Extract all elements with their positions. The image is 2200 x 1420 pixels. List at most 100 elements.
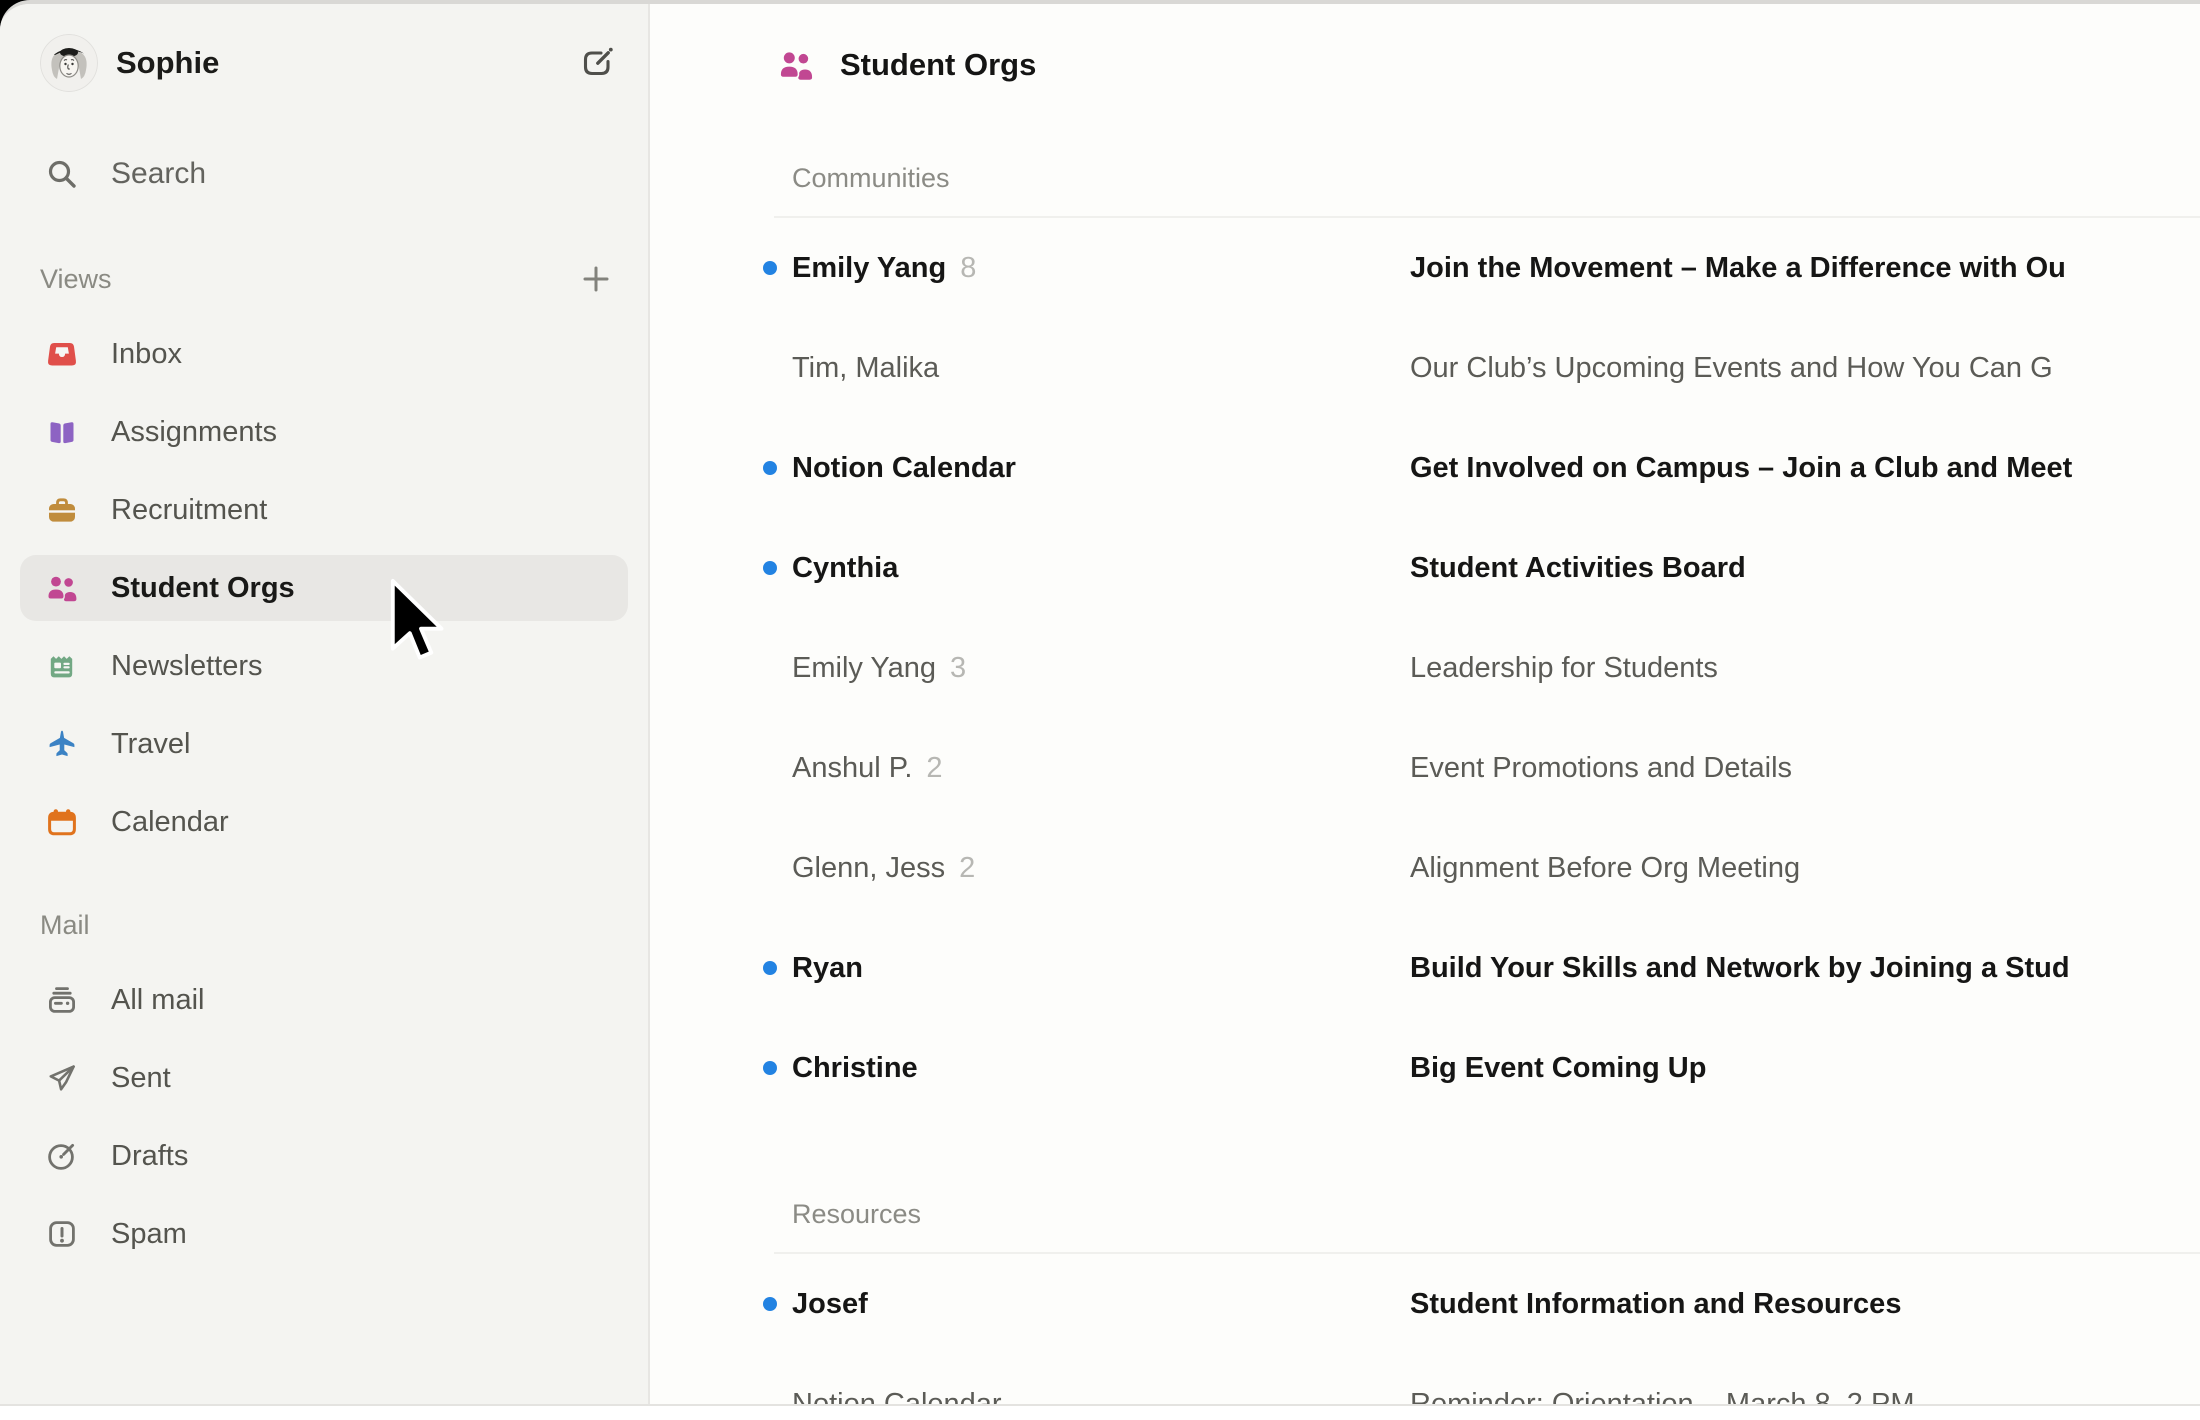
drafts-icon [45, 1139, 79, 1173]
email-list: Communities Emily Yang 8 Join the Moveme… [650, 152, 2200, 1404]
unread-dot-icon [763, 1061, 777, 1075]
sidebar-item-label: Travel [111, 728, 191, 761]
email-subject: Join the Movement – Make a Difference wi… [1410, 218, 2200, 318]
thread-count: 3 [950, 652, 966, 685]
email-sender: Glenn, Jess [792, 852, 945, 885]
sidebar-item-label: Calendar [111, 806, 229, 839]
search-icon [45, 157, 79, 191]
email-row[interactable]: Tim, Malika Our Club’s Upcoming Events a… [650, 318, 2200, 418]
unread-dot-icon [763, 261, 777, 275]
sidebar-item-drafts[interactable]: Drafts [20, 1123, 628, 1189]
send-icon [45, 1061, 79, 1095]
page-title: Student Orgs [840, 47, 1036, 83]
sender-cell: Notion Calendar [792, 1354, 1016, 1404]
unread-dot-icon [763, 461, 777, 475]
email-subject: Student Activities Board [1410, 518, 2200, 618]
email-subject: Build Your Skills and Network by Joining… [1410, 918, 2200, 1018]
spam-icon [45, 1217, 79, 1251]
sidebar-item-sent[interactable]: Sent [20, 1045, 628, 1111]
email-row[interactable]: Christine Big Event Coming Up [650, 1018, 2200, 1118]
sidebar-item-inbox[interactable]: Inbox [20, 321, 628, 387]
sender-cell: Christine [792, 1018, 932, 1118]
email-row[interactable]: Glenn, Jess 2 Alignment Before Org Meeti… [650, 818, 2200, 918]
search-button[interactable]: Search [20, 144, 628, 204]
airplane-icon [45, 727, 79, 761]
sidebar-item-label: Assignments [111, 416, 277, 449]
sender-cell: Notion Calendar [792, 418, 1030, 518]
email-sender: Emily Yang [792, 252, 946, 285]
sender-cell: Anshul P. 2 [792, 718, 943, 818]
email-sender: Cynthia [792, 552, 898, 585]
profile-row[interactable]: Sophie [20, 32, 628, 94]
thread-count: 2 [959, 852, 975, 885]
email-row[interactable]: Ryan Build Your Skills and Network by Jo… [650, 918, 2200, 1018]
sidebar-item-travel[interactable]: Travel [20, 711, 628, 777]
avatar [40, 34, 98, 92]
email-row[interactable]: Notion Calendar Reminder: Orientation – … [650, 1354, 2200, 1404]
email-subject: Student Information and Resources [1410, 1254, 2200, 1354]
sender-cell: Ryan [792, 918, 877, 1018]
sender-cell: Emily Yang 8 [792, 218, 976, 318]
main-panel: Student Orgs Communities Emily Yang 8 Jo… [650, 4, 2200, 1404]
sidebar-item-calendar[interactable]: Calendar [20, 789, 628, 855]
email-subject: Get Involved on Campus – Join a Club and… [1410, 418, 2200, 518]
section-header-resources: Resources [650, 1188, 2200, 1240]
sidebar-item-label: All mail [111, 984, 204, 1017]
all-mail-icon [45, 983, 79, 1017]
email-sender: Christine [792, 1052, 918, 1085]
unread-dot-icon [763, 1297, 777, 1311]
sidebar-item-spam[interactable]: Spam [20, 1201, 628, 1267]
sidebar-item-label: Inbox [111, 338, 182, 371]
email-row[interactable]: Notion Calendar Get Involved on Campus –… [650, 418, 2200, 518]
newspaper-icon [45, 649, 79, 683]
sender-cell: Emily Yang 3 [792, 618, 966, 718]
email-subject: Big Event Coming Up [1410, 1018, 2200, 1118]
sidebar: Sophie Search Views [0, 4, 650, 1404]
sender-cell: Josef [792, 1254, 882, 1354]
people-icon [45, 571, 79, 605]
email-row[interactable]: Cynthia Student Activities Board [650, 518, 2200, 618]
mail-header: Mail [40, 910, 90, 941]
views-header-row: Views [20, 249, 628, 309]
section-spacer [650, 1118, 2200, 1188]
email-row[interactable]: Josef Student Information and Resources [650, 1254, 2200, 1354]
search-label: Search [111, 157, 206, 191]
sidebar-item-newsletters[interactable]: Newsletters [20, 633, 628, 699]
views-header: Views [40, 264, 112, 295]
sidebar-item-recruitment[interactable]: Recruitment [20, 477, 628, 543]
email-sender: Notion Calendar [792, 1388, 1002, 1405]
people-icon [777, 46, 815, 84]
unread-dot-icon [763, 561, 777, 575]
thread-count: 8 [960, 252, 976, 285]
add-view-icon[interactable] [580, 263, 612, 295]
sender-cell: Glenn, Jess 2 [792, 818, 975, 918]
unread-dot-icon [763, 961, 777, 975]
communities-rows: Emily Yang 8 Join the Movement – Make a … [650, 218, 2200, 1118]
email-row[interactable]: Emily Yang 3 Leadership for Students [650, 618, 2200, 718]
sidebar-item-assignments[interactable]: Assignments [20, 399, 628, 465]
sidebar-item-label: Newsletters [111, 650, 263, 683]
resources-rows: Josef Student Information and Resources … [650, 1254, 2200, 1404]
briefcase-icon [45, 493, 79, 527]
email-subject: Alignment Before Org Meeting [1410, 818, 2200, 918]
email-sender: Notion Calendar [792, 452, 1016, 485]
email-sender: Ryan [792, 952, 863, 985]
sidebar-item-label: Student Orgs [111, 572, 295, 605]
book-icon [45, 415, 79, 449]
profile-name: Sophie [116, 45, 219, 81]
compose-icon[interactable] [578, 44, 616, 82]
sidebar-item-all-mail[interactable]: All mail [20, 967, 628, 1033]
email-subject: Our Club’s Upcoming Events and How You C… [1410, 318, 2200, 418]
section-header-communities: Communities [650, 152, 2200, 204]
sidebar-item-student-orgs[interactable]: Student Orgs [20, 555, 628, 621]
email-subject: Reminder: Orientation – March 8, 2 PM [1410, 1354, 2200, 1404]
sender-cell: Cynthia [792, 518, 912, 618]
email-row[interactable]: Emily Yang 8 Join the Movement – Make a … [650, 218, 2200, 318]
email-sender: Josef [792, 1288, 868, 1321]
email-row[interactable]: Anshul P. 2 Event Promotions and Details [650, 718, 2200, 818]
email-sender: Emily Yang [792, 652, 936, 685]
inbox-icon [45, 337, 79, 371]
email-sender: Tim, Malika [792, 352, 939, 385]
sidebar-item-label: Spam [111, 1218, 187, 1251]
mail-header-row: Mail [20, 895, 628, 955]
